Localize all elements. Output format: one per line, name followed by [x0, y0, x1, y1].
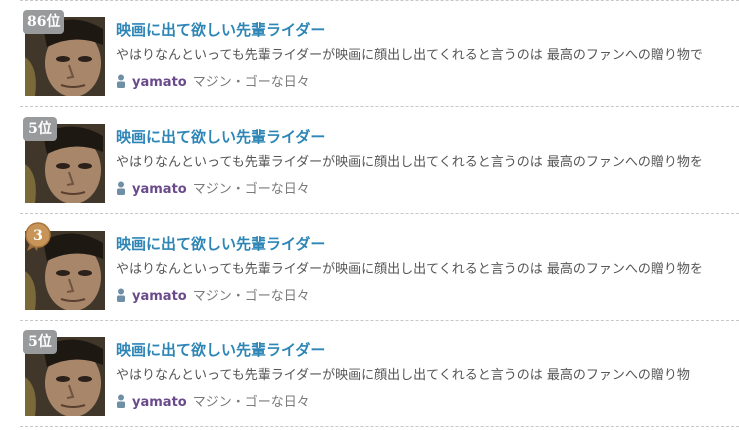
entry-title-link[interactable]: 映画に出て欲しい先輩ライダー — [116, 233, 325, 254]
rank-badge: 5位 — [23, 117, 57, 141]
entry-meta: yamato マジン・ゴーな日々 — [116, 391, 310, 410]
list-item: 5位 映画に出て欲しい先輩ライダー やはりなんといっても先輩ライダーが映画に顔出… — [20, 107, 739, 214]
list-item: 5位 映画に出て欲しい先輩ライダー やはりなんといっても先輩ライダーが映画に顔出… — [20, 320, 739, 427]
rank-badge: 86位 — [23, 10, 65, 34]
blog-name-link[interactable]: マジン・ゴーな日々 — [193, 75, 310, 90]
entry-excerpt: やはりなんといっても先輩ライダーが映画に顔出し出てくれると言うのは 最高のファン… — [116, 48, 703, 63]
entry-title-link[interactable]: 映画に出て欲しい先輩ライダー — [116, 19, 325, 40]
entry-meta: yamato マジン・ゴーな日々 — [116, 285, 310, 304]
list-item: 3 映画に出て欲しい先輩ライダー やはりなんといっても先輩ライダーが映画に顔出し… — [20, 214, 739, 321]
blog-name-link[interactable]: マジン・ゴーな日々 — [193, 395, 310, 410]
user-icon — [117, 74, 125, 88]
blog-name-link[interactable]: マジン・ゴーな日々 — [193, 289, 310, 304]
author-link[interactable]: yamato — [132, 395, 187, 410]
rank-number: 3 — [33, 228, 43, 244]
list-item: 86位 映画に出て欲しい先輩ライダー やはりなんといっても先輩ライダーが映画に顔… — [20, 0, 739, 107]
user-icon — [117, 288, 125, 302]
entry-meta: yamato マジン・ゴーな日々 — [116, 178, 310, 197]
bronze-medal-icon: 3 — [23, 222, 53, 252]
rank-badge: 5位 — [23, 330, 57, 354]
entry-title-link[interactable]: 映画に出て欲しい先輩ライダー — [116, 126, 325, 147]
entry-excerpt: やはりなんといっても先輩ライダーが映画に顔出し出てくれると言うのは 最高のファン… — [116, 368, 690, 383]
author-link[interactable]: yamato — [132, 289, 187, 304]
entry-meta: yamato マジン・ゴーな日々 — [116, 71, 310, 90]
entry-title-link[interactable]: 映画に出て欲しい先輩ライダー — [116, 339, 325, 360]
blog-name-link[interactable]: マジン・ゴーな日々 — [193, 182, 310, 197]
user-icon — [117, 181, 125, 195]
entry-excerpt: やはりなんといっても先輩ライダーが映画に顔出し出てくれると言うのは 最高のファン… — [116, 155, 703, 170]
author-link[interactable]: yamato — [132, 75, 187, 90]
user-icon — [117, 394, 125, 408]
entry-excerpt: やはりなんといっても先輩ライダーが映画に顔出し出てくれると言うのは 最高のファン… — [116, 262, 703, 277]
author-link[interactable]: yamato — [132, 182, 187, 197]
